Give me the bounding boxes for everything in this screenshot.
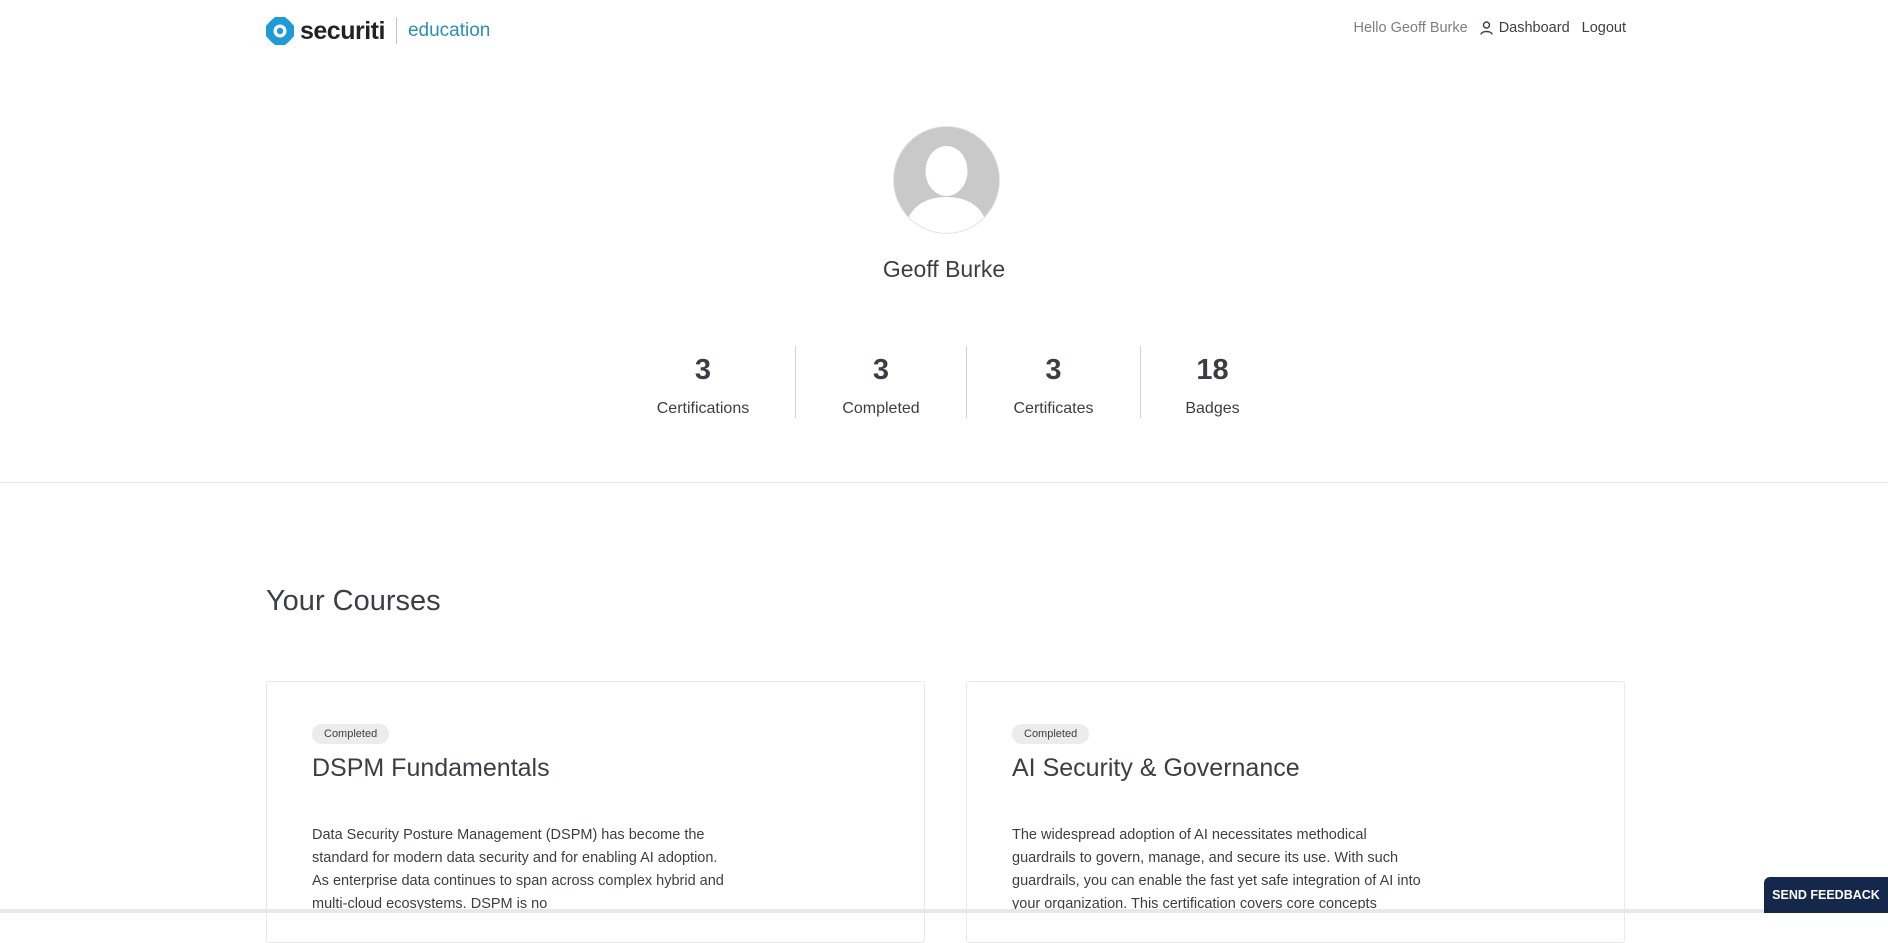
stat-certifications: 3 Certifications — [644, 346, 762, 418]
status-badge: Completed — [312, 724, 390, 744]
stat-value: 18 — [1196, 354, 1229, 386]
logo-divider — [395, 18, 397, 44]
profile-name: Geoff Burke — [882, 256, 1006, 282]
course-card[interactable]: Completed DSPM Fundamentals Data Securit… — [266, 681, 925, 943]
status-badge: Completed — [1012, 724, 1090, 744]
greeting-text: Hello Geoff Burke — [1353, 20, 1468, 36]
stat-label: Badges — [1185, 400, 1240, 417]
stat-value: 3 — [1045, 354, 1062, 386]
stat-badges: 18 Badges — [1141, 346, 1284, 418]
securiti-education-logo[interactable]: securiti education — [266, 16, 490, 46]
stat-value: 3 — [872, 354, 890, 386]
logo-subtitle: education — [407, 19, 491, 41]
user-icon — [1480, 21, 1493, 35]
stat-certificates: 3 Certificates — [967, 346, 1140, 418]
bottom-scroll-edge — [0, 909, 1888, 913]
course-card[interactable]: Completed AI Security & Governance The w… — [966, 681, 1625, 943]
course-description: Data Security Posture Management (DSPM) … — [312, 827, 724, 912]
section-divider — [0, 482, 1888, 483]
stat-completed: 3 Completed — [796, 346, 966, 418]
dashboard-label: Dashboard — [1498, 20, 1570, 36]
stat-value: 3 — [694, 354, 712, 386]
securiti-logo-icon — [266, 17, 294, 45]
logo-wordmark: securiti — [300, 16, 385, 45]
stats-row: 3 Certifications 3 Completed 3 Certifica… — [644, 346, 1284, 418]
send-feedback-button[interactable]: SEND FEEDBACK — [1764, 877, 1888, 913]
stat-label: Certificates — [1013, 400, 1094, 417]
courses-heading: Your Courses — [266, 585, 441, 617]
user-nav: Hello Geoff Burke Dashboard Logout — [1354, 20, 1626, 36]
avatar — [893, 126, 1000, 234]
default-avatar-icon — [894, 127, 999, 233]
stat-label: Certifications — [656, 400, 750, 417]
stat-label: Completed — [842, 400, 920, 417]
course-title[interactable]: DSPM Fundamentals — [312, 754, 550, 783]
top-header: securiti education Hello Geoff Burke Das… — [0, 0, 1888, 62]
dashboard-link[interactable]: Dashboard — [1480, 20, 1570, 36]
logout-link[interactable]: Logout — [1582, 20, 1626, 36]
course-title[interactable]: AI Security & Governance — [1012, 754, 1300, 783]
course-description: The widespread adoption of AI necessitat… — [1012, 827, 1421, 912]
